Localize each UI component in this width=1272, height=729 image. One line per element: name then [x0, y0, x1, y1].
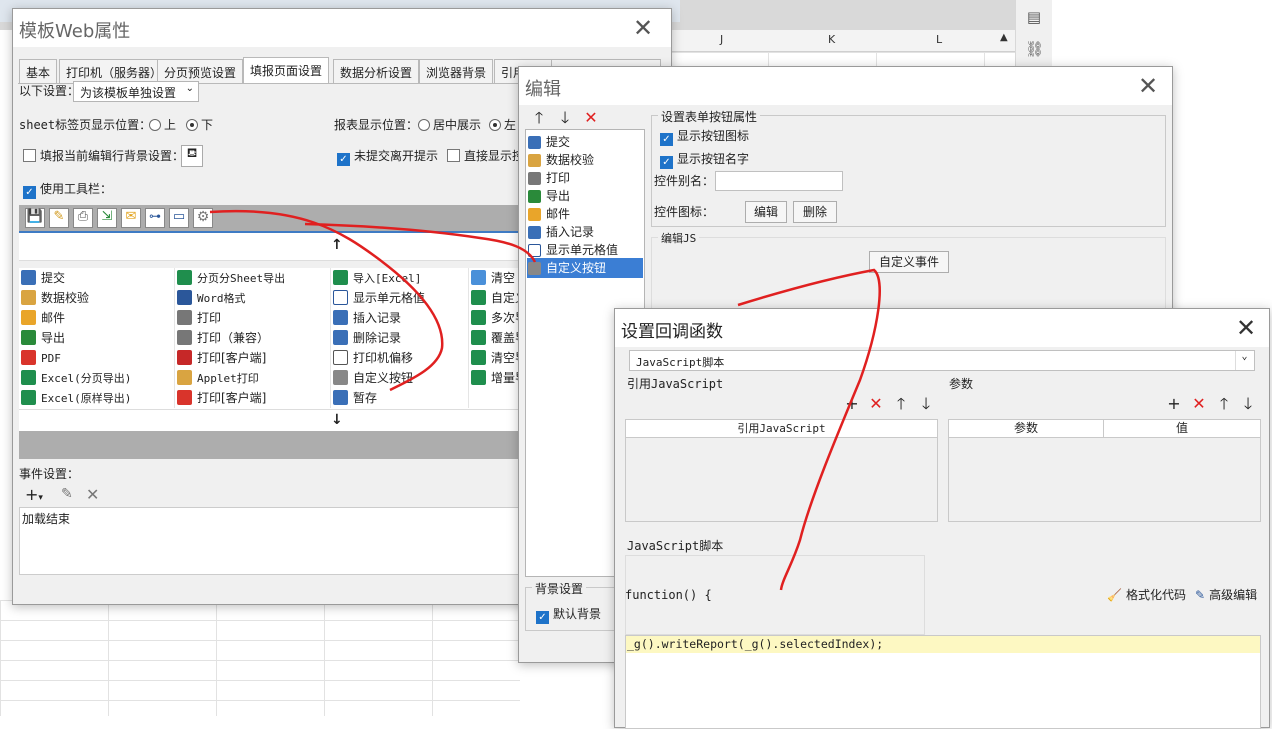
annotation-line-3: [737, 268, 881, 591]
red-annotation-lines: [209, 209, 881, 591]
annotation-line-2: [304, 222, 537, 263]
annotation-line-1: [209, 209, 444, 392]
